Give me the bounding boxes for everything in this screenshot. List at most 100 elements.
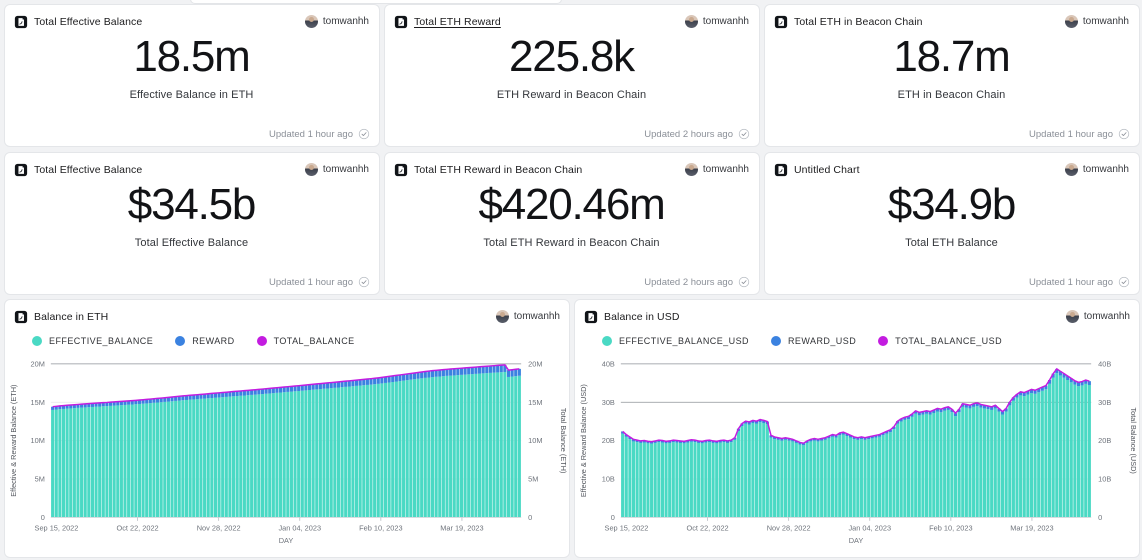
- kpi-value: $34.5b: [128, 182, 255, 228]
- card-title[interactable]: Total Effective Balance: [34, 164, 142, 176]
- svg-text:5M: 5M: [35, 475, 45, 484]
- updated-text: Updated 1 hour ago: [269, 277, 353, 288]
- svg-text:Jan 04, 2023: Jan 04, 2023: [278, 523, 321, 532]
- chart-y2-axis-title: Total Balance (USD): [1129, 407, 1138, 473]
- kpi-subtitle: Effective Balance in ETH: [130, 89, 254, 101]
- kpi-subtitle: ETH Reward in Beacon Chain: [497, 89, 646, 101]
- card-owner: tomwanhh: [1065, 163, 1129, 176]
- chart-y-axis-labels: 010B20B30B40B: [602, 359, 615, 521]
- chart-card[interactable]: Balance in ETH tomwanhh EFFECTIVE_BALANC…: [4, 299, 570, 558]
- svg-text:Oct 22, 2022: Oct 22, 2022: [116, 523, 158, 532]
- kpi-card[interactable]: Total ETH Reward in Beacon Chain tomwanh…: [384, 152, 760, 295]
- card-footer: Updated 2 hours ago: [644, 276, 750, 288]
- legend-label: EFFECTIVE_BALANCE: [49, 336, 153, 346]
- svg-text:10M: 10M: [31, 436, 45, 445]
- svg-text:30B: 30B: [602, 398, 615, 407]
- card-title[interactable]: Total ETH in Beacon Chain: [794, 16, 923, 28]
- legend-item[interactable]: REWARD_USD: [771, 336, 856, 346]
- card-footer: Updated 1 hour ago: [1029, 128, 1130, 140]
- chart-plot-area[interactable]: 05M10M15M20M 05M10M15M20M Sep 15, 2022Oc…: [5, 354, 569, 557]
- check-circle-icon: [1118, 128, 1130, 140]
- card-owner: tomwanhh: [496, 310, 560, 323]
- user-avatar: [685, 163, 698, 176]
- legend-label: EFFECTIVE_BALANCE_USD: [619, 336, 749, 346]
- document-chart-icon: [774, 163, 788, 177]
- document-chart-icon: [14, 310, 28, 324]
- chart-y-axis-labels: 05M10M15M20M: [31, 359, 45, 521]
- legend-label: TOTAL_BALANCE: [274, 336, 355, 346]
- legend-item[interactable]: EFFECTIVE_BALANCE_USD: [602, 336, 749, 346]
- chart-x-axis-labels: Sep 15, 2022Oct 22, 2022Nov 28, 2022Jan …: [35, 517, 484, 532]
- card-header: Balance in USD tomwanhh: [584, 308, 1130, 325]
- card-title[interactable]: Total Effective Balance: [34, 16, 142, 28]
- svg-text:Nov 28, 2022: Nov 28, 2022: [197, 523, 241, 532]
- user-name: tomwanhh: [703, 164, 749, 175]
- check-circle-icon: [738, 276, 750, 288]
- svg-text:30B: 30B: [1098, 398, 1111, 407]
- chart-x-axis-labels: Sep 15, 2022Oct 22, 2022Nov 28, 2022Jan …: [605, 517, 1054, 532]
- card-footer: Updated 1 hour ago: [1029, 276, 1130, 288]
- user-name: tomwanhh: [703, 16, 749, 27]
- svg-text:Feb 10, 2023: Feb 10, 2023: [359, 523, 402, 532]
- card-title[interactable]: Balance in USD: [604, 311, 680, 323]
- legend-item[interactable]: TOTAL_BALANCE: [257, 336, 355, 346]
- chart-plot-area[interactable]: 010B20B30B40B 010B20B30B40B Sep 15, 2022…: [575, 354, 1139, 557]
- chart-y2-axis-labels: 010B20B30B40B: [1098, 359, 1111, 521]
- svg-text:Jan 04, 2023: Jan 04, 2023: [848, 523, 891, 532]
- kpi-card[interactable]: Untitled Chart tomwanhh $34.9b Total ETH…: [764, 152, 1140, 295]
- card-header: Total ETH Reward tomwanhh: [394, 13, 749, 30]
- card-title[interactable]: Balance in ETH: [34, 311, 108, 323]
- card-title[interactable]: Total ETH Reward in Beacon Chain: [414, 164, 582, 176]
- legend-color-dot: [602, 336, 612, 346]
- svg-text:0: 0: [1098, 513, 1102, 522]
- svg-text:Oct 22, 2022: Oct 22, 2022: [686, 523, 728, 532]
- card-header: Total ETH Reward in Beacon Chain tomwanh…: [394, 161, 749, 178]
- kpi-value: $34.9b: [888, 182, 1015, 228]
- card-title[interactable]: Total ETH Reward: [414, 16, 501, 28]
- card-owner: tomwanhh: [1065, 15, 1129, 28]
- user-avatar: [685, 15, 698, 28]
- check-circle-icon: [358, 128, 370, 140]
- kpi-subtitle: Total ETH Balance: [905, 237, 998, 249]
- legend-color-dot: [175, 336, 185, 346]
- chart-y2-axis-title: Total Balance (ETH): [559, 408, 568, 474]
- legend-label: TOTAL_BALANCE_USD: [895, 336, 1002, 346]
- kpi-card[interactable]: Total Effective Balance tomwanhh 18.5m E…: [4, 4, 380, 147]
- kpi-card[interactable]: Total Effective Balance tomwanhh $34.5b …: [4, 152, 380, 295]
- legend-color-dot: [878, 336, 888, 346]
- check-circle-icon: [358, 276, 370, 288]
- svg-text:0: 0: [41, 513, 45, 522]
- svg-text:Nov 28, 2022: Nov 28, 2022: [767, 523, 811, 532]
- kpi-subtitle: Total Effective Balance: [135, 237, 248, 249]
- chart-plot: 05M10M15M20M 05M10M15M20M Sep 15, 2022Oc…: [5, 354, 569, 557]
- kpi-subtitle: ETH in Beacon Chain: [898, 89, 1006, 101]
- user-avatar: [305, 15, 318, 28]
- legend-item[interactable]: TOTAL_BALANCE_USD: [878, 336, 1002, 346]
- svg-text:20B: 20B: [1098, 436, 1111, 445]
- card-title[interactable]: Untitled Chart: [794, 164, 860, 176]
- legend-color-dot: [257, 336, 267, 346]
- svg-text:10M: 10M: [528, 436, 542, 445]
- chart-x-axis-title: DAY: [849, 536, 864, 545]
- kpi-card[interactable]: Total ETH in Beacon Chain tomwanhh 18.7m…: [764, 4, 1140, 147]
- card-owner: tomwanhh: [1066, 310, 1130, 323]
- legend-item[interactable]: REWARD: [175, 336, 234, 346]
- card-header-left: Total ETH in Beacon Chain: [774, 15, 923, 29]
- card-header-left: Total Effective Balance: [14, 163, 142, 177]
- svg-text:5M: 5M: [528, 475, 538, 484]
- svg-text:15M: 15M: [528, 398, 542, 407]
- chart-card[interactable]: Balance in USD tomwanhh EFFECTIVE_BALANC…: [574, 299, 1140, 558]
- svg-text:40B: 40B: [1098, 359, 1111, 368]
- chart-plot: 010B20B30B40B 010B20B30B40B Sep 15, 2022…: [575, 354, 1139, 557]
- chart-row: Balance in ETH tomwanhh EFFECTIVE_BALANC…: [4, 299, 1140, 558]
- dashboard-root: Total Effective Balance tomwanhh 18.5m E…: [0, 0, 1142, 560]
- kpi-card[interactable]: Total ETH Reward tomwanhh 225.8k ETH Rew…: [384, 4, 760, 147]
- chart-legend: EFFECTIVE_BALANCE REWARD TOTAL_BALANCE: [32, 336, 560, 346]
- card-header-left: Total ETH Reward in Beacon Chain: [394, 163, 582, 177]
- document-chart-icon: [14, 15, 28, 29]
- legend-item[interactable]: EFFECTIVE_BALANCE: [32, 336, 153, 346]
- chart-y-axis-title: Effective & Reward Balance (USD): [579, 384, 588, 497]
- user-name: tomwanhh: [1083, 164, 1129, 175]
- svg-text:40B: 40B: [602, 359, 615, 368]
- chart-y2-axis-labels: 05M10M15M20M: [528, 359, 542, 521]
